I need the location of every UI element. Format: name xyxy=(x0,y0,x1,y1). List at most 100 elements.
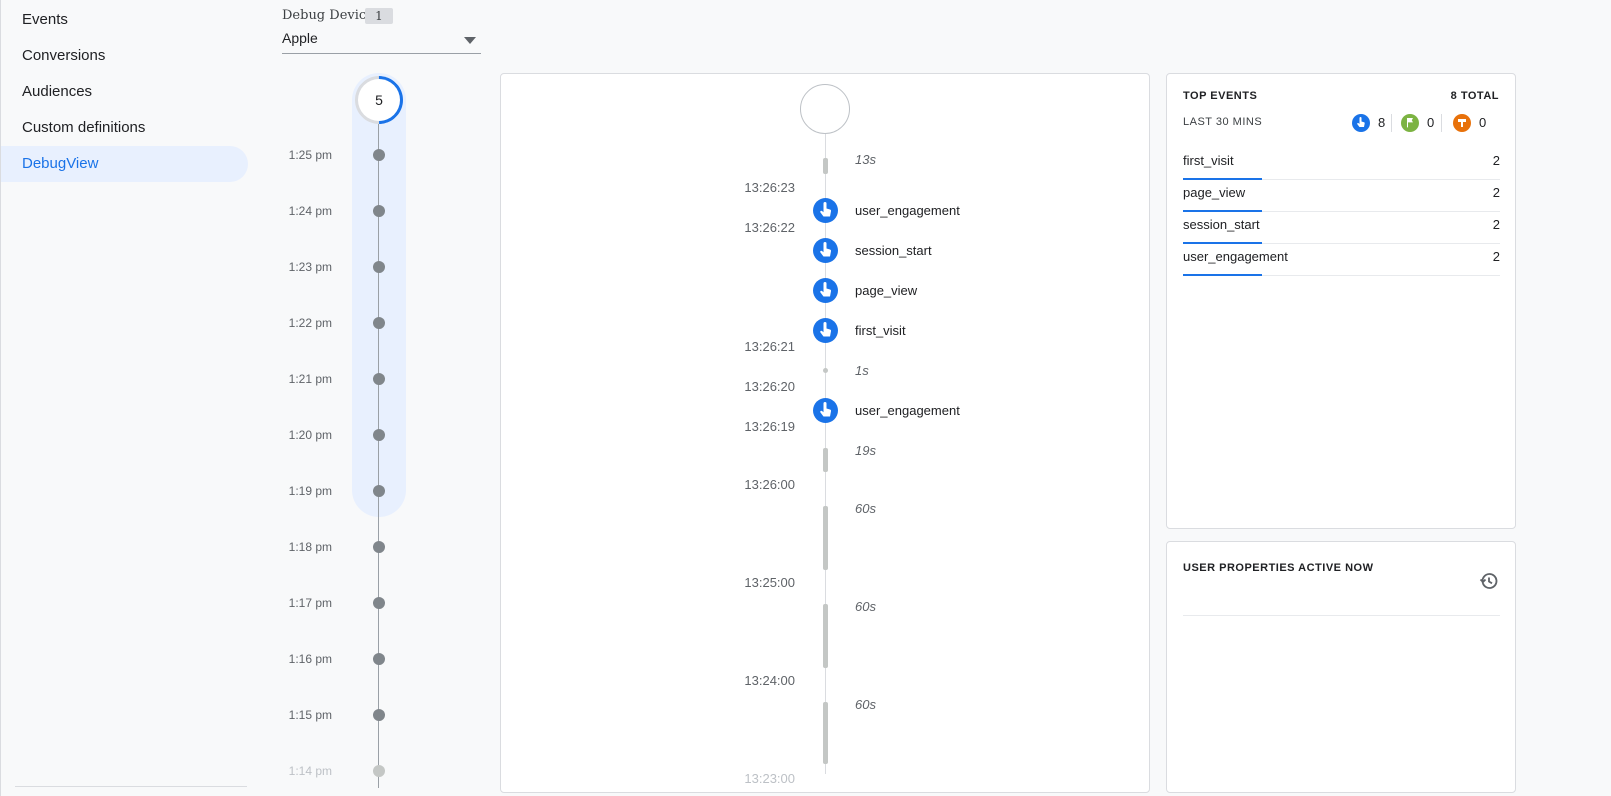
gap-bar xyxy=(823,604,828,668)
minute-time-label: 1:20 pm xyxy=(288,428,332,442)
event-name[interactable]: first_visit xyxy=(855,323,906,338)
touch-icon[interactable] xyxy=(813,198,838,223)
minute-active-range xyxy=(352,73,406,517)
history-icon[interactable] xyxy=(1479,571,1499,591)
sidebar-divider xyxy=(15,786,247,787)
touch-icon[interactable] xyxy=(813,238,838,263)
top-events-total: 8 TOTAL xyxy=(1450,90,1499,102)
minute-dot[interactable] xyxy=(373,205,385,217)
gap-bar xyxy=(823,158,828,174)
event-name[interactable]: page_view xyxy=(855,283,917,298)
badge-separator xyxy=(1391,114,1392,132)
seconds-timestamp: 13:24:00 xyxy=(744,673,795,688)
seconds-timestamp: 13:26:22 xyxy=(744,220,795,235)
flag-icon xyxy=(1401,114,1419,132)
debug-device-select[interactable]: Apple xyxy=(282,28,481,54)
seconds-timestamp: 13:25:00 xyxy=(744,575,795,590)
nav-item-label: Custom definitions xyxy=(22,119,146,136)
top-events-title: TOP EVENTS xyxy=(1183,90,1258,102)
minute-dot[interactable] xyxy=(373,485,385,497)
minute-dot[interactable] xyxy=(373,373,385,385)
user-properties-title: USER PROPERTIES ACTIVE NOW xyxy=(1183,562,1374,574)
top-event-row[interactable]: session_start 2 xyxy=(1183,212,1500,244)
seconds-timestamp: 13:26:20 xyxy=(744,379,795,394)
minute-time-label: 1:16 pm xyxy=(288,652,332,666)
badge-count: 0 xyxy=(1427,115,1435,130)
minute-active-count[interactable]: 5 xyxy=(355,76,403,124)
nav-item-debugview[interactable]: DebugView xyxy=(1,146,248,182)
minute-time-label: 1:15 pm xyxy=(288,708,332,722)
debug-device-label: Debug Device xyxy=(282,8,374,23)
nav-item-label: Conversions xyxy=(22,47,106,64)
nav-item-label: DebugView xyxy=(22,155,99,172)
minute-time-label: 1:25 pm xyxy=(288,148,332,162)
seconds-timestamp: 13:26:00 xyxy=(744,477,795,492)
minute-time-label: 1:23 pm xyxy=(288,260,332,274)
top-event-name: session_start xyxy=(1183,217,1260,232)
seconds-timestamp: 13:26:19 xyxy=(744,419,795,434)
gap-bar xyxy=(823,702,828,764)
minute-time-label: 1:18 pm xyxy=(288,540,332,554)
gap-duration-label: 13s xyxy=(855,152,876,167)
minute-dot[interactable] xyxy=(373,709,385,721)
badge-count: 0 xyxy=(1479,115,1487,130)
seconds-timestamp: 13:26:23 xyxy=(744,180,795,195)
minute-timeline-line xyxy=(378,98,379,788)
error-icon xyxy=(1453,114,1471,132)
gap-duration-label: 60s xyxy=(855,599,876,614)
top-event-row[interactable]: user_engagement 2 xyxy=(1183,244,1500,276)
top-event-name: first_visit xyxy=(1183,153,1234,168)
gap-bar xyxy=(823,506,828,570)
event-name[interactable]: session_start xyxy=(855,243,932,258)
top-event-count: 2 xyxy=(1492,185,1500,200)
minute-dot[interactable] xyxy=(373,149,385,161)
gap-duration-label: 1s xyxy=(855,363,869,378)
seconds-stream-start-circle xyxy=(800,84,850,134)
top-events-period: LAST 30 MINS xyxy=(1183,116,1263,128)
seconds-timestamp: 13:23:00 xyxy=(744,771,795,786)
top-event-row[interactable]: page_view 2 xyxy=(1183,180,1500,212)
minute-time-label: 1:14 pm xyxy=(288,764,332,778)
minute-dot[interactable] xyxy=(373,765,385,777)
nav-item-label: Events xyxy=(22,11,68,28)
top-event-name: user_engagement xyxy=(1183,249,1288,264)
gap-duration-label: 60s xyxy=(855,501,876,516)
minute-dot[interactable] xyxy=(373,653,385,665)
touch-icon[interactable] xyxy=(813,398,838,423)
badge-count: 8 xyxy=(1378,115,1386,130)
nav-item-audiences[interactable]: Audiences xyxy=(1,74,248,110)
minute-dot[interactable] xyxy=(373,429,385,441)
debug-device-count-badge: 1 xyxy=(365,8,393,24)
seconds-timestamp: 13:26:21 xyxy=(744,339,795,354)
top-event-count: 2 xyxy=(1492,249,1500,264)
seconds-stream-panel: 13s 13:26:23 user_engagement 13:26:22 se… xyxy=(500,73,1150,793)
minute-dot[interactable] xyxy=(373,597,385,609)
gap-duration-label: 60s xyxy=(855,697,876,712)
nav-item-label: Audiences xyxy=(22,83,93,100)
touch-icon[interactable] xyxy=(813,318,838,343)
gap-bar xyxy=(823,448,828,472)
top-event-count: 2 xyxy=(1492,217,1500,232)
top-event-row[interactable]: first_visit 2 xyxy=(1183,148,1500,180)
sidebar: Events Conversions Audiences Custom defi… xyxy=(0,0,250,796)
dropdown-caret-icon xyxy=(464,37,476,44)
minute-dot[interactable] xyxy=(373,541,385,553)
debug-device-value: Apple xyxy=(282,30,318,46)
touch-icon[interactable] xyxy=(813,278,838,303)
top-event-bar xyxy=(1183,274,1262,276)
minute-dot[interactable] xyxy=(373,261,385,273)
nav-item-custom-definitions[interactable]: Custom definitions xyxy=(1,110,248,146)
event-name[interactable]: user_engagement xyxy=(855,403,960,418)
top-event-count: 2 xyxy=(1492,153,1500,168)
user-properties-divider xyxy=(1183,615,1500,616)
event-name[interactable]: user_engagement xyxy=(855,203,960,218)
nav-item-conversions[interactable]: Conversions xyxy=(1,38,248,74)
gap-dot xyxy=(823,368,828,373)
minute-time-label: 1:17 pm xyxy=(288,596,332,610)
minute-dot[interactable] xyxy=(373,317,385,329)
nav-item-events[interactable]: Events xyxy=(1,2,248,38)
top-event-name: page_view xyxy=(1183,185,1246,200)
minute-time-label: 1:21 pm xyxy=(288,372,332,386)
minute-time-label: 1:22 pm xyxy=(288,316,332,330)
badge-separator xyxy=(1441,114,1442,132)
